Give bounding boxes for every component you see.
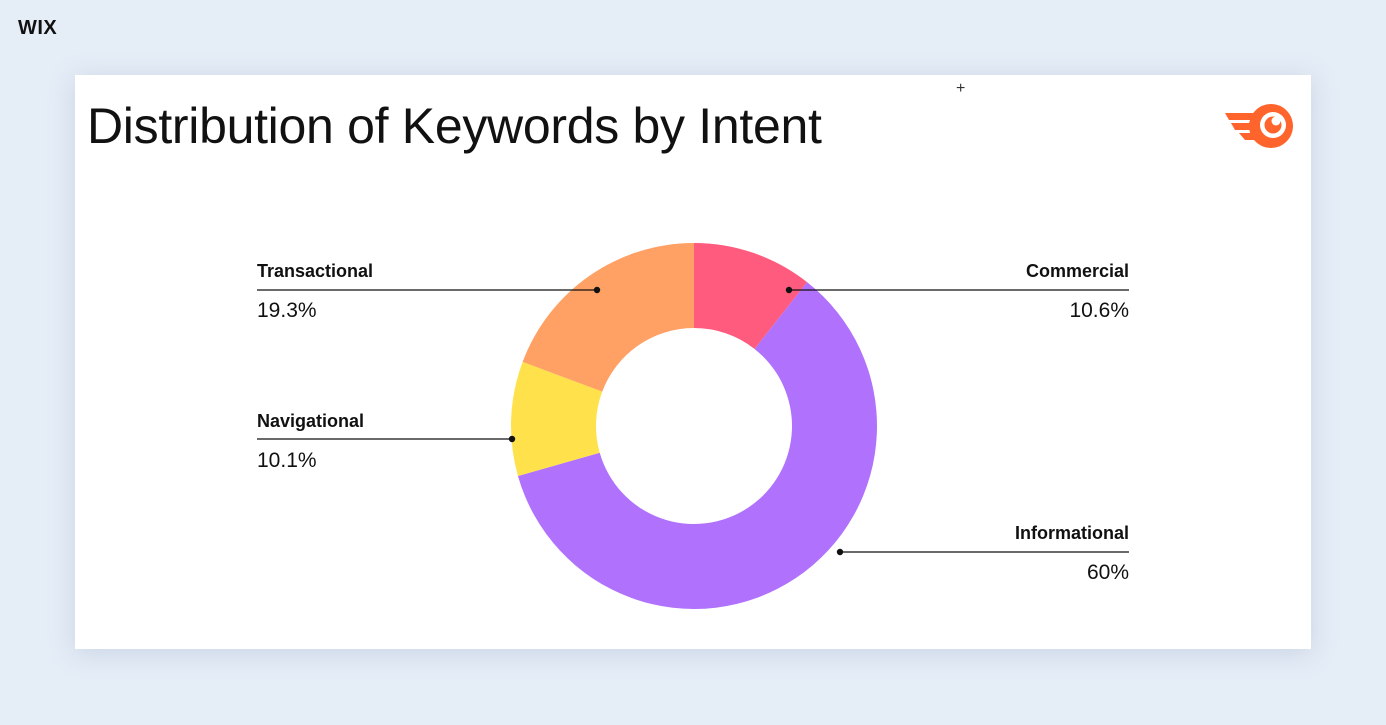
slice-label-informational: Informational: [1014, 523, 1129, 543]
leader-dot-commercial: [785, 286, 793, 294]
donut-slice-transactional: [522, 243, 694, 392]
slice-value-navigational: 10.1%: [257, 449, 317, 472]
leader-dot-informational: [836, 548, 844, 556]
leader-dot-transactional: [593, 286, 601, 294]
slice-label-commercial: Commercial: [1025, 261, 1129, 281]
slice-value-transactional: 19.3%: [257, 299, 317, 322]
slice-value-informational: 60%: [1086, 561, 1129, 584]
slice-value-commercial: 10.6%: [1069, 299, 1129, 322]
slice-label-transactional: Transactional: [257, 261, 374, 281]
slice-label-navigational: Navigational: [257, 411, 365, 431]
leader-dot-navigational: [508, 435, 516, 443]
wix-brand-logo: WIX: [18, 17, 58, 39]
chart-card: Distribution of Keywords by Intent + Tra…: [75, 75, 1311, 649]
